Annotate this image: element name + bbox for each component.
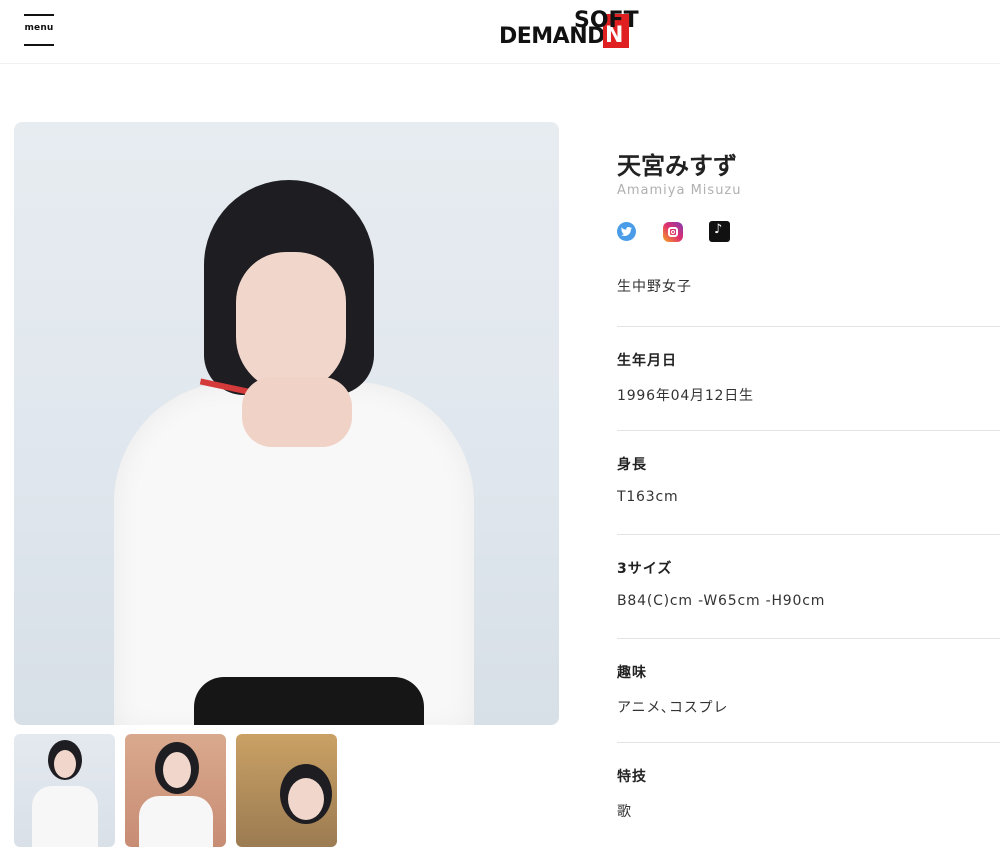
info-label-measurements: 3サイズ	[617, 561, 673, 577]
photo-face	[236, 252, 346, 392]
photo-skirt	[194, 677, 424, 725]
profile-romaji: Amamiya Misuzu	[617, 183, 742, 198]
divider	[617, 326, 1000, 327]
info-label-skill: 特技	[617, 769, 647, 785]
info-label-birthday: 生年月日	[617, 353, 677, 369]
info-value-birthday: 1996年04月12日生	[617, 388, 754, 404]
photo-hands	[242, 377, 352, 447]
menu-bar-top	[24, 14, 54, 16]
thumb-face	[288, 778, 324, 820]
logo-soft-text: SOFT	[574, 8, 639, 33]
info-value-skill: 歌	[617, 804, 632, 820]
profile-birthplace: 生中野女子	[617, 279, 692, 295]
info-label-hobby: 趣味	[617, 665, 647, 681]
tiktok-icon[interactable]: ♪	[709, 221, 730, 242]
tiktok-note-glyph: ♪	[714, 222, 723, 237]
divider	[617, 638, 1000, 639]
divider	[617, 534, 1000, 535]
site-logo[interactable]: DEMAND N SOFT	[499, 8, 679, 50]
instagram-icon[interactable]	[663, 222, 683, 242]
thumb-face	[163, 752, 191, 788]
profile-name: 天宮みすず	[617, 152, 737, 180]
info-value-hobby: アニメ､コスプレ	[617, 700, 729, 716]
divider	[617, 742, 1000, 743]
menu-button[interactable]: menu	[22, 14, 56, 48]
menu-bar-bottom	[24, 44, 54, 46]
info-value-height: T163cm	[617, 489, 679, 505]
thumb-body	[139, 796, 213, 847]
main-profile-photo	[14, 122, 559, 725]
thumbnail-3[interactable]	[236, 734, 337, 847]
info-label-height: 身長	[617, 457, 647, 473]
site-header: menu DEMAND N SOFT	[0, 0, 1000, 64]
divider	[617, 430, 1000, 431]
thumbnail-1[interactable]	[14, 734, 115, 847]
thumb-face	[54, 750, 76, 778]
info-value-measurements: B84(C)cm -W65cm -H90cm	[617, 593, 826, 609]
thumbnail-2[interactable]	[125, 734, 226, 847]
instagram-lens	[671, 230, 675, 234]
social-links: ♪	[617, 221, 757, 243]
thumbnail-gallery	[14, 734, 344, 847]
thumb-body	[32, 786, 98, 847]
twitter-icon[interactable]	[617, 222, 636, 241]
menu-label: menu	[24, 23, 54, 33]
